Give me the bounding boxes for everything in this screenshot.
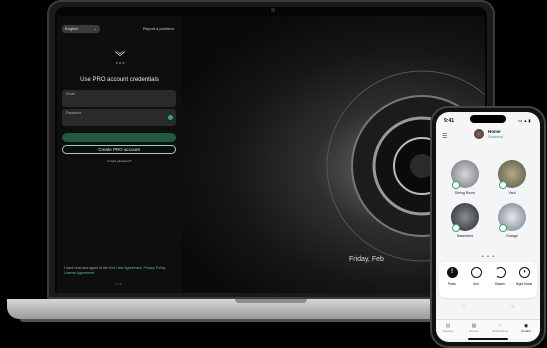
mode-label: Arm (473, 282, 479, 286)
login-button[interactable] (62, 133, 176, 142)
room-grid: Dining Room Yard Basement Garage (436, 144, 540, 262)
show-password-icon[interactable] (168, 115, 173, 120)
lockscreen-date: Friday, Feb (349, 256, 384, 263)
security-modes-card: ! Panic Arm Disarm ◑ Night Mode (439, 262, 537, 298)
room-label: Garage (506, 234, 518, 238)
disarm-icon (494, 267, 506, 278)
email-label: Email (66, 92, 75, 96)
agreement-prefix: I have read and agree to the (64, 266, 108, 270)
password-field[interactable]: Password (62, 109, 176, 126)
camera-icon (271, 8, 275, 12)
ajax-logo-icon (115, 51, 125, 56)
tab-rooms[interactable]: ▦ Rooms (464, 323, 484, 333)
login-panel: English ⌄ Report a problem PRO Use PRO a… (57, 16, 182, 293)
status-time: 9:41 (444, 118, 455, 124)
user-icon[interactable]: ○ (511, 304, 514, 310)
tab-control[interactable]: ◉ Control (516, 323, 536, 333)
room-badge-icon (500, 182, 506, 188)
panic-icon: ! (446, 267, 458, 278)
agreement-text: I have read and agree to the End User Ag… (64, 266, 166, 275)
tab-notifications[interactable]: □ Notifications (490, 323, 510, 333)
night-mode-icon: ◑ (518, 267, 530, 278)
room-label: Yard (508, 191, 516, 195)
home-indicator (468, 338, 508, 340)
email-field[interactable]: Email (62, 90, 176, 107)
chevron-down-icon: ⌄ (93, 26, 97, 31)
disarm-button[interactable]: Disarm (490, 267, 510, 286)
phone-screen: 9:41 ••• ▲ ▮ ☰ Home Disarmed Dining Room… (436, 112, 540, 342)
room-badge-icon (453, 182, 459, 188)
arm-icon (470, 267, 482, 278)
panic-button[interactable]: ! Panic (442, 267, 462, 286)
room-label: Dining Room (454, 191, 476, 195)
dynamic-island (470, 115, 506, 123)
laptop-screen: English ⌄ Report a problem PRO Use PRO a… (57, 16, 485, 293)
night-mode-button[interactable]: ◑ Night Mode (514, 267, 534, 286)
room-badge-icon (453, 225, 459, 231)
privacy-policy-link[interactable]: Privacy Policy (143, 266, 165, 270)
language-label: English (65, 26, 79, 31)
bell-icon[interactable]: ♡ (461, 304, 465, 310)
tab-label: Notifications (491, 329, 509, 333)
tab-bar: ▤ Devices ▦ Rooms □ Notifications ◉ Cont… (436, 319, 540, 338)
license-agreement-link[interactable]: License Agreement (64, 271, 94, 275)
report-problem-link[interactable]: Report a problem (143, 26, 174, 31)
page-indicator: • • • (482, 254, 496, 260)
pro-label: PRO (116, 61, 126, 65)
status-icons: ••• ▲ ▮ (518, 118, 531, 123)
tab-label: Rooms (469, 329, 479, 333)
menu-icon[interactable]: ☰ (442, 133, 447, 140)
tab-label: Devices (442, 329, 454, 333)
version-label: v 4.0 (115, 282, 122, 286)
avatar[interactable] (474, 129, 484, 139)
room-badge-icon (500, 225, 506, 231)
arm-button[interactable]: Arm (466, 267, 486, 286)
forgot-password-link[interactable]: Forgot password? (57, 159, 182, 163)
create-account-button[interactable]: Create PRO account (62, 145, 176, 154)
tab-devices[interactable]: ▤ Devices (438, 323, 458, 333)
password-label: Password (66, 111, 82, 115)
tab-label: Control (521, 329, 531, 333)
hub-name: Home (488, 129, 501, 134)
laptop-notch (235, 299, 307, 303)
mode-label: Night Mode (515, 282, 533, 286)
page-title: Use PRO account credentials (80, 77, 159, 83)
mode-label: Panic (448, 282, 456, 286)
room-label: Basement (457, 234, 473, 238)
mode-label: Disarm (494, 282, 506, 286)
hub-state: Disarmed (488, 135, 503, 139)
eula-link[interactable]: End User Agreement (109, 266, 142, 270)
language-select[interactable]: English ⌄ (62, 25, 100, 33)
